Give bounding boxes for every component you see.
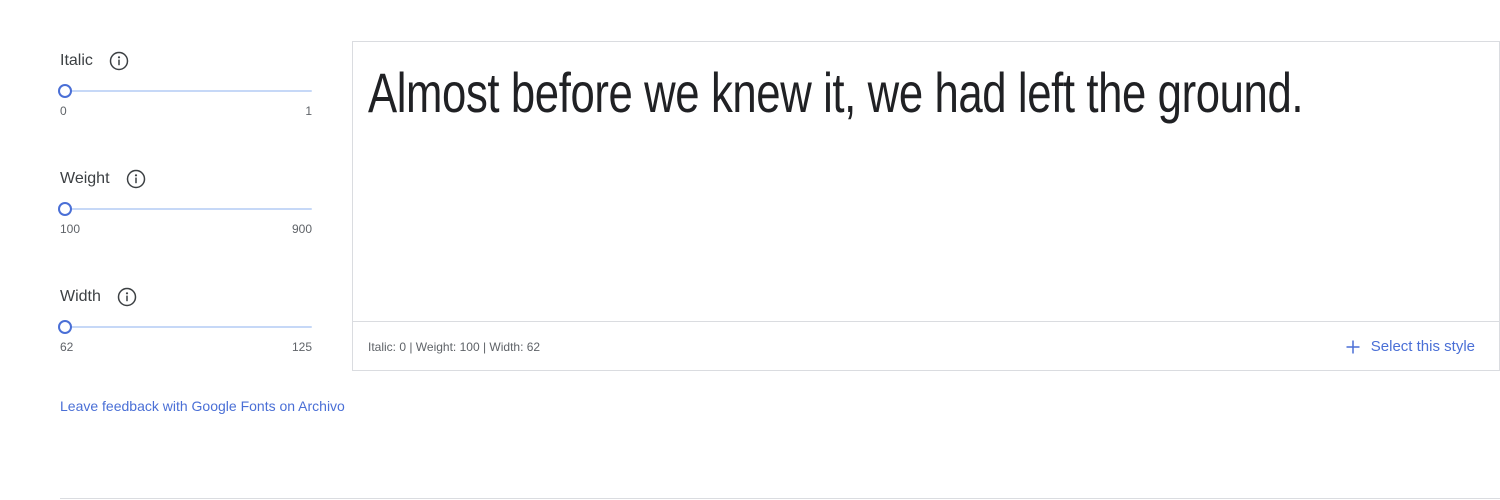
- slider-thumb[interactable]: [58, 202, 72, 216]
- slider-thumb[interactable]: [58, 320, 72, 334]
- style-preview-card: Almost before we knew it, we had left th…: [352, 41, 1500, 371]
- range-min: 0: [60, 104, 67, 118]
- axis-range: 100 900: [60, 222, 312, 236]
- slider-track: [60, 208, 312, 210]
- style-summary: Italic: 0 | Weight: 100 | Width: 62: [368, 339, 541, 354]
- feedback-link[interactable]: Leave feedback with Google Fonts on Arch…: [60, 398, 345, 414]
- preview-footer: Italic: 0 | Weight: 100 | Width: 62 Sele…: [353, 321, 1499, 371]
- info-icon[interactable]: [126, 169, 146, 189]
- range-min: 100: [60, 222, 81, 236]
- axis-label-weight: Weight: [60, 170, 110, 187]
- range-max: 125: [291, 340, 312, 354]
- axis-control-weight: Weight 100 900: [58, 167, 312, 236]
- info-icon[interactable]: [117, 287, 137, 307]
- font-styles-page: Italic 0 1 Weight 100 900 Width 62 125 L…: [0, 0, 1500, 500]
- select-style-button[interactable]: Select this style: [1345, 338, 1475, 355]
- axis-control-width: Width 62 125: [58, 285, 312, 354]
- slider-track: [60, 326, 312, 328]
- info-icon[interactable]: [109, 51, 129, 71]
- slider-track: [60, 90, 312, 92]
- axis-label-width: Width: [60, 288, 101, 305]
- axis-header: Weight: [60, 167, 312, 191]
- plus-icon: [1345, 339, 1361, 355]
- range-max: 900: [291, 222, 312, 236]
- axis-control-italic: Italic 0 1: [58, 49, 312, 118]
- preview-sample-text: Almost before we knew it, we had left th…: [368, 61, 1304, 124]
- axis-range: 62 125: [60, 340, 312, 354]
- axis-label-italic: Italic: [60, 52, 93, 69]
- axis-header: Width: [60, 285, 312, 309]
- weight-slider[interactable]: [58, 201, 312, 217]
- range-min: 62: [60, 340, 74, 354]
- axis-range: 0 1: [60, 104, 312, 118]
- italic-slider[interactable]: [58, 83, 312, 99]
- width-slider[interactable]: [58, 319, 312, 335]
- section-divider: [60, 498, 1500, 499]
- slider-thumb[interactable]: [58, 84, 72, 98]
- select-style-label: Select this style: [1370, 338, 1475, 355]
- axis-header: Italic: [60, 49, 312, 73]
- range-max: 1: [305, 104, 312, 118]
